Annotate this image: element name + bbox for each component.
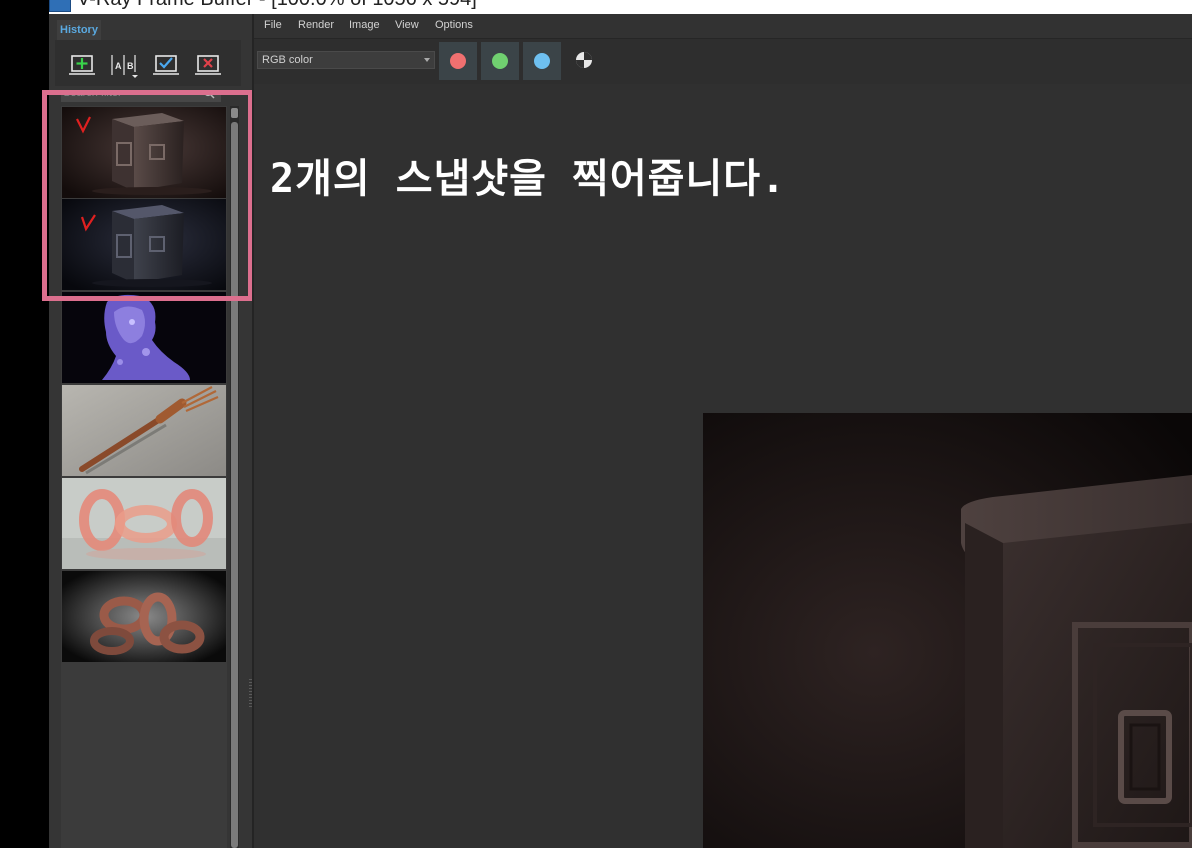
alpha-channel-icon	[576, 52, 592, 68]
history-thumbnail-glass-chain-pink[interactable]	[62, 478, 226, 569]
menu-render[interactable]: Render	[298, 19, 334, 31]
blue-dot-icon	[534, 53, 550, 69]
history-thumbnail-crystal-head[interactable]	[62, 292, 226, 383]
blue-channel-button[interactable]	[523, 42, 561, 80]
green-dot-icon	[492, 53, 508, 69]
vray-frame-buffer: History A B Search filter File Render Im…	[42, 14, 1192, 848]
check-icon	[153, 55, 179, 75]
annotation-text: 2개의 스냅샷을 찍어줍니다.	[270, 156, 787, 202]
alpha-channel-button[interactable]	[575, 51, 593, 69]
remove-from-history-button[interactable]	[193, 50, 223, 80]
svg-text:A: A	[115, 61, 122, 71]
search-input[interactable]	[63, 90, 203, 100]
vray-app-icon	[49, 0, 71, 12]
desktop-background	[0, 0, 49, 848]
close-x-icon	[195, 55, 221, 75]
menu-bar: File Render Image View Options	[254, 14, 1192, 39]
frame-buffer-main: File Render Image View Options RGB color	[254, 14, 1192, 848]
svg-text:B: B	[127, 61, 134, 71]
channel-select[interactable]: RGB color	[257, 51, 435, 69]
ab-compare-icon: A B	[111, 55, 138, 78]
menu-view[interactable]: View	[395, 19, 419, 31]
history-thumbnail-cube-cool[interactable]	[62, 199, 226, 290]
chevron-down-icon	[424, 58, 430, 62]
channel-select-value: RGB color	[262, 54, 313, 66]
history-toolbar: A B	[55, 40, 241, 86]
window-titlebar: V-Ray Frame Buffer - [100.0% of 1056 x 5…	[49, 0, 1192, 14]
search-filter[interactable]	[61, 90, 221, 102]
search-icon	[203, 90, 215, 99]
channel-toolbar: RGB color	[254, 39, 1192, 84]
menu-image[interactable]: Image	[349, 19, 380, 31]
history-panel: History A B	[42, 14, 253, 848]
history-thumbnail-list	[61, 106, 227, 848]
history-thumbnail-cube-warm[interactable]	[62, 107, 226, 198]
menu-file[interactable]: File	[264, 19, 282, 31]
green-channel-button[interactable]	[481, 42, 519, 80]
red-dot-icon	[450, 53, 466, 69]
history-thumbnail-glass-chain-dark[interactable]	[62, 571, 226, 662]
add-plus-icon	[69, 55, 95, 75]
history-scrollbar[interactable]	[230, 106, 239, 848]
scrollbar-thumb[interactable]	[231, 122, 238, 848]
window-title: V-Ray Frame Buffer - [100.0% of 1056 x 5…	[77, 0, 477, 11]
red-channel-button[interactable]	[439, 42, 477, 80]
render-canvas[interactable]	[703, 413, 1192, 848]
load-from-history-button[interactable]	[151, 50, 181, 80]
history-thumbnail-fork[interactable]	[62, 385, 226, 476]
scroll-up-arrow[interactable]	[231, 108, 238, 118]
ab-compare-button[interactable]: A B	[109, 50, 139, 80]
save-to-history-button[interactable]	[67, 50, 97, 80]
menu-options[interactable]: Options	[435, 19, 473, 31]
tab-history[interactable]: History	[57, 20, 101, 40]
